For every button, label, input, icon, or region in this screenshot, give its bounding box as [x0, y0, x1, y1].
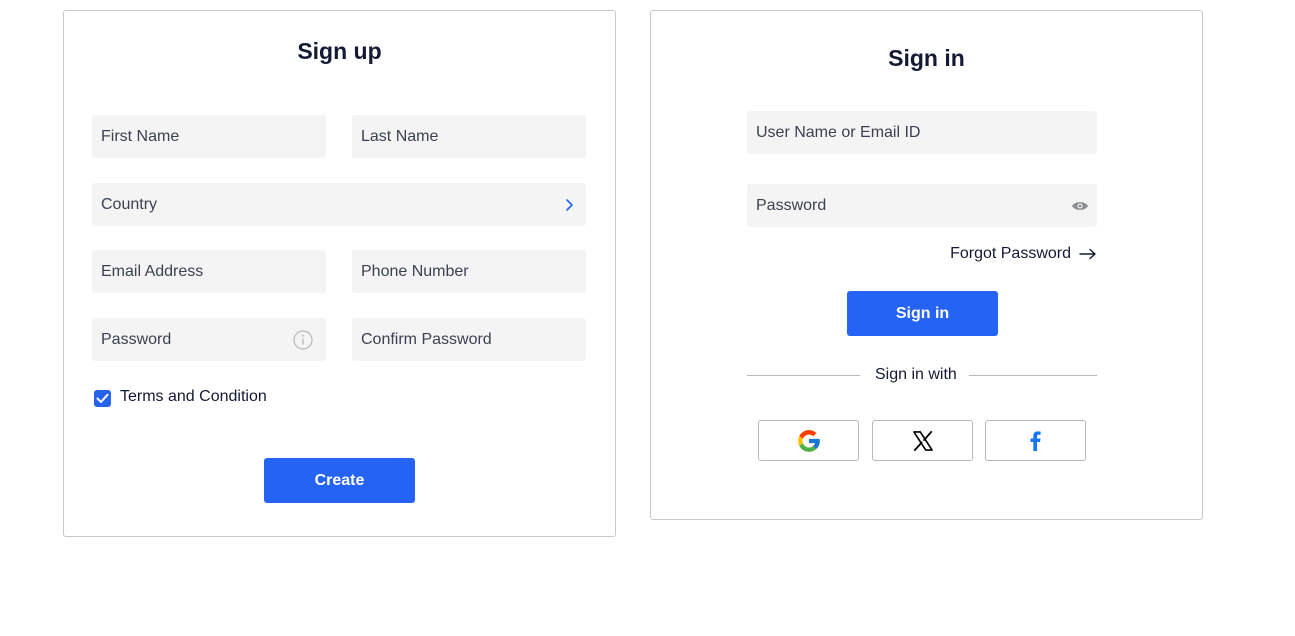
facebook-signin-button[interactable] [985, 420, 1086, 461]
signin-password-placeholder: Password [756, 196, 827, 214]
facebook-icon [1030, 430, 1041, 451]
eye-icon[interactable] [1071, 184, 1089, 227]
checkmark-icon [96, 393, 109, 403]
create-button[interactable]: Create [264, 458, 415, 503]
email-placeholder: Email Address [101, 262, 204, 280]
username-placeholder: User Name or Email ID [756, 123, 921, 141]
username-field[interactable]: User Name or Email ID [747, 111, 1097, 154]
forgot-password-link[interactable]: Forgot Password [950, 245, 1097, 263]
country-placeholder: Country [101, 195, 158, 213]
forgot-password-label: Forgot Password [950, 245, 1071, 262]
signin-card: Sign in User Name or Email ID Password F… [650, 10, 1203, 520]
phone-field[interactable]: Phone Number [352, 250, 586, 293]
email-field[interactable]: Email Address [92, 250, 326, 293]
arrow-right-icon [1079, 248, 1096, 260]
confirm-password-placeholder: Confirm Password [361, 330, 492, 348]
signup-card: Sign up First Name Last Name Country Ema… [63, 10, 616, 537]
last-name-field[interactable]: Last Name [352, 115, 586, 158]
chevron-right-icon [564, 183, 574, 226]
country-select[interactable]: Country [92, 183, 586, 226]
google-signin-button[interactable] [758, 420, 859, 461]
signin-password-field[interactable]: Password [747, 184, 1097, 227]
terms-label[interactable]: Terms and Condition [120, 388, 267, 406]
last-name-placeholder: Last Name [361, 127, 439, 145]
phone-placeholder: Phone Number [361, 262, 469, 280]
confirm-password-field[interactable]: Confirm Password [352, 318, 586, 361]
signin-button[interactable]: Sign in [847, 291, 998, 336]
signin-title: Sign in [888, 45, 965, 71]
signup-title: Sign up [297, 38, 382, 64]
divider-left [747, 375, 860, 376]
x-icon [912, 430, 933, 451]
divider-right [969, 375, 1097, 376]
password-field[interactable]: Password [92, 318, 326, 361]
x-signin-button[interactable] [872, 420, 973, 461]
signin-with-label: Sign in with [875, 366, 957, 383]
info-icon[interactable] [293, 318, 313, 361]
google-icon [797, 429, 820, 452]
password-placeholder: Password [101, 330, 172, 348]
first-name-placeholder: First Name [101, 127, 180, 145]
terms-checkbox[interactable] [94, 390, 111, 407]
first-name-field[interactable]: First Name [92, 115, 326, 158]
